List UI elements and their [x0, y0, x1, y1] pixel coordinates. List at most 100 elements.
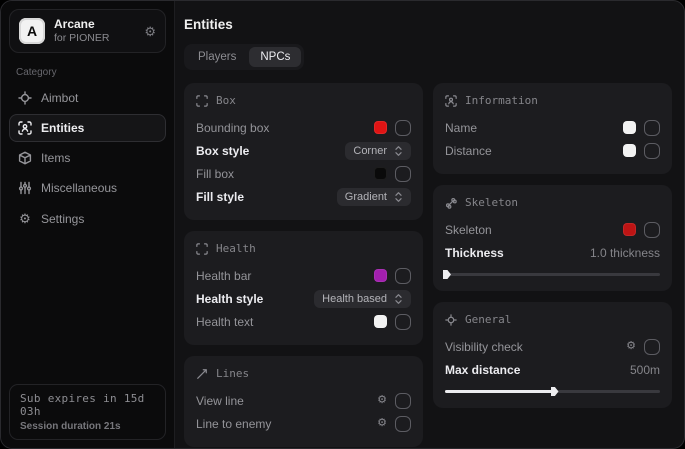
slider-thumb[interactable] [551, 387, 559, 396]
setting-row-name: Name [445, 116, 660, 139]
setting-row-thickness: Thickness 1.0 thickness [445, 241, 660, 264]
main-panel: Entities Players NPCs Box Bounding box [175, 1, 684, 448]
sidebar-item-items[interactable]: Items [9, 144, 166, 172]
package-icon [18, 151, 32, 165]
checkbox[interactable] [395, 314, 411, 330]
setting-row-fill-style: Fill style Gradient [196, 185, 411, 208]
scan-brackets-icon [196, 95, 208, 107]
sidebar-item-label: Entities [41, 121, 84, 135]
checkbox[interactable] [395, 268, 411, 284]
checkbox[interactable] [395, 166, 411, 182]
sidebar-item-aimbot[interactable]: Aimbot [9, 84, 166, 112]
setting-row-distance: Distance [445, 139, 660, 162]
color-swatch[interactable] [374, 121, 387, 134]
dropdown-value: Gradient [345, 191, 387, 203]
app-window: A Arcane for PIONER ⚙ Category Aimbot En… [0, 0, 685, 449]
setting-row-line-to-enemy: Line to enemy ⚙ [196, 412, 411, 435]
app-name: Arcane [54, 17, 135, 32]
color-swatch[interactable] [623, 144, 636, 157]
setting-label: View line [196, 394, 244, 408]
setting-row-health-style: Health style Health based [196, 287, 411, 310]
color-swatch[interactable] [623, 223, 636, 236]
color-swatch[interactable] [374, 167, 387, 180]
checkbox[interactable] [644, 120, 660, 136]
checkbox[interactable] [395, 416, 411, 432]
max-distance-slider[interactable] [445, 386, 660, 396]
sidebar-item-label: Items [41, 151, 70, 165]
gear-icon[interactable]: ⚙ [144, 25, 156, 38]
category-label: Category [16, 67, 159, 78]
setting-row-health-bar: Health bar [196, 264, 411, 287]
unfold-icon [394, 191, 403, 203]
checkbox[interactable] [644, 143, 660, 159]
sidebar-item-label: Miscellaneous [41, 181, 117, 195]
card-title: General [465, 313, 511, 326]
session-duration-text: Session duration 21s [20, 421, 155, 432]
health-card: Health Health bar Health style Health ba… [184, 231, 423, 345]
color-swatch[interactable] [374, 269, 387, 282]
sidebar-item-miscellaneous[interactable]: Miscellaneous [9, 174, 166, 202]
app-subtitle: for PIONER [54, 32, 135, 45]
tab-npcs[interactable]: NPCs [249, 47, 301, 67]
setting-label: Health text [196, 315, 253, 329]
slider-fill [445, 390, 553, 393]
target-tabs: Players NPCs [184, 44, 304, 70]
thickness-slider[interactable] [445, 269, 660, 279]
slider-track[interactable] [445, 273, 660, 276]
app-logo: A [19, 18, 45, 44]
setting-label: Visibility check [445, 340, 523, 354]
setting-label: Health bar [196, 269, 251, 283]
sidebar-item-entities[interactable]: Entities [9, 114, 166, 142]
sub-expiry-text: Sub expires in 15d 03h [20, 392, 155, 418]
card-title: Skeleton [465, 196, 518, 209]
setting-label: Line to enemy [196, 417, 271, 431]
gear-icon[interactable]: ⚙ [377, 418, 387, 429]
setting-label: Fill style [196, 190, 244, 204]
card-title: Box [216, 94, 236, 107]
setting-row-health-text: Health text [196, 310, 411, 333]
checkbox[interactable] [395, 393, 411, 409]
checkbox[interactable] [395, 120, 411, 136]
dropdown-value: Corner [353, 145, 387, 157]
setting-label: Thickness [445, 246, 504, 260]
health-style-dropdown[interactable]: Health based [314, 290, 411, 308]
box-card: Box Bounding box Box style Corner [184, 83, 423, 220]
unfold-icon [394, 293, 403, 305]
sliders-icon [18, 181, 32, 195]
gear-icon[interactable]: ⚙ [377, 395, 387, 406]
slider-value: 500m [630, 363, 660, 377]
scan-brackets-icon [196, 243, 208, 255]
slider-thumb[interactable] [443, 270, 451, 279]
sidebar-item-settings[interactable]: ⚙ Settings [9, 204, 166, 234]
fill-style-dropdown[interactable]: Gradient [337, 188, 411, 206]
person-scan-icon [18, 121, 32, 135]
sidebar-item-label: Aimbot [41, 91, 78, 105]
general-card: General Visibility check ⚙ Max distance … [433, 302, 672, 408]
card-title: Health [216, 242, 256, 255]
setting-row-view-line: View line ⚙ [196, 389, 411, 412]
setting-label: Name [445, 121, 477, 135]
checkbox[interactable] [644, 222, 660, 238]
card-title: Lines [216, 367, 249, 380]
page-title: Entities [184, 17, 672, 32]
dropdown-value: Health based [322, 293, 387, 305]
skeleton-card: Skeleton Skeleton Thickness 1.0 thicknes… [433, 185, 672, 291]
subscription-info: Sub expires in 15d 03h Session duration … [9, 384, 166, 440]
color-swatch[interactable] [623, 121, 636, 134]
slider-value: 1.0 thickness [590, 246, 660, 260]
gear-icon[interactable]: ⚙ [626, 341, 636, 352]
setting-row-max-distance: Max distance 500m [445, 358, 660, 381]
bone-icon [445, 197, 457, 209]
gear-icon: ⚙ [18, 211, 32, 227]
brand: Arcane for PIONER [54, 17, 135, 45]
tab-players[interactable]: Players [187, 47, 247, 67]
crosshair-icon [445, 314, 457, 326]
color-swatch[interactable] [374, 315, 387, 328]
checkbox[interactable] [644, 339, 660, 355]
setting-row-box-style: Box style Corner [196, 139, 411, 162]
box-style-dropdown[interactable]: Corner [345, 142, 411, 160]
setting-row-fill-box: Fill box [196, 162, 411, 185]
information-card: Information Name Distance [433, 83, 672, 174]
setting-label: Max distance [445, 363, 520, 377]
setting-label: Distance [445, 144, 492, 158]
